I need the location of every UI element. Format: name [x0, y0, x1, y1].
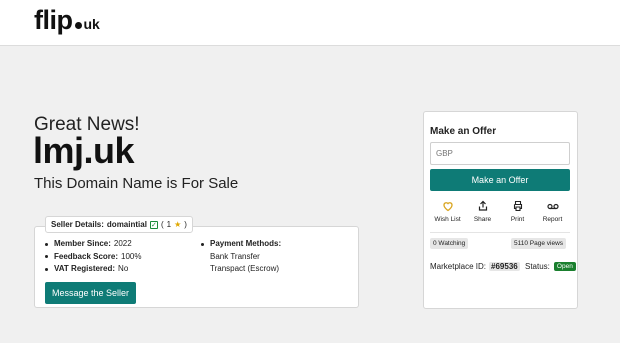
- vat-registered-label: VAT Registered:: [54, 264, 116, 273]
- member-since-value: 2022: [113, 239, 132, 248]
- payment-methods-label: Payment Methods:: [210, 239, 282, 248]
- member-since-label: Member Since:: [54, 239, 111, 248]
- share-icon: [478, 200, 487, 211]
- payment-methods-row: Payment Methods:: [201, 238, 284, 251]
- wish-list-action[interactable]: Wish List: [430, 200, 465, 228]
- make-offer-title: Make an Offer: [430, 126, 497, 137]
- domain-name-title: lmj.uk: [33, 130, 135, 171]
- for-sale-subtitle: This Domain Name is For Sale: [34, 175, 239, 192]
- share-label: Share: [473, 216, 492, 223]
- vat-registered-row: VAT Registered: No: [45, 263, 142, 276]
- bullet: [201, 242, 204, 246]
- feedback-score-label: Feedback Score:: [54, 251, 119, 261]
- seller-details-label: Seller Details:: [51, 220, 104, 229]
- print-icon: [513, 200, 522, 212]
- feedback-score-value: 100%: [121, 251, 142, 261]
- logo-dot: [74, 22, 82, 29]
- member-since-row: Member Since: 2022: [45, 238, 142, 251]
- heart-icon: [442, 202, 453, 212]
- bullet: [45, 255, 48, 259]
- payment-methods-list: Payment Methods: Bank Transfer Transpact…: [201, 238, 284, 276]
- rating-close-paren: ): [184, 220, 187, 229]
- status-label: Status:: [525, 262, 550, 271]
- report-label: Report: [542, 216, 563, 223]
- marketplace-id-value: #69536: [489, 262, 520, 271]
- wish-list-label: Wish List: [434, 216, 461, 223]
- make-offer-button[interactable]: Make an Offer: [430, 169, 570, 191]
- payment-method-item: Bank Transfer: [210, 251, 260, 261]
- bullet: [45, 267, 48, 271]
- site-logo[interactable]: flip uk: [34, 5, 100, 36]
- print-label: Print: [510, 216, 525, 223]
- offer-divider: [430, 232, 570, 233]
- star-icon: ★: [174, 220, 182, 229]
- report-icon: [546, 203, 559, 210]
- seller-rating: 1: [166, 220, 172, 229]
- seller-username[interactable]: domaintial: [107, 220, 147, 229]
- print-action[interactable]: Print: [500, 200, 535, 228]
- report-action[interactable]: Report: [535, 200, 570, 228]
- feedback-score-row: Feedback Score: 100%: [45, 251, 142, 264]
- seller-stats-list: Member Since: 2022 Feedback Score: 100% …: [45, 238, 142, 276]
- logo-tld-text: uk: [83, 16, 100, 32]
- message-seller-button[interactable]: Message the Seller: [45, 282, 136, 304]
- marketplace-id: Marketplace ID: #69536: [430, 262, 520, 271]
- offer-amount-input[interactable]: [430, 142, 570, 165]
- marketplace-id-label: Marketplace ID:: [430, 262, 487, 271]
- listing-status: Status: Open: [525, 262, 576, 271]
- verified-check-icon: ✓: [149, 220, 158, 229]
- share-action[interactable]: Share: [465, 200, 500, 228]
- page-views-badge: 5110 Page views: [511, 238, 567, 249]
- vat-registered-value: No: [118, 264, 129, 273]
- bullet: [45, 242, 48, 246]
- listing-actions: Wish List Share Print Report: [430, 200, 570, 228]
- status-badge: Open: [553, 262, 576, 271]
- logo-main-text: flip: [34, 5, 73, 35]
- rating-open-paren: (: [160, 220, 164, 229]
- payment-method-item: Transpact (Escrow): [210, 264, 280, 273]
- site-header: flip uk: [0, 0, 620, 46]
- watching-count-badge: 0 Watching: [430, 238, 469, 249]
- seller-details-tag: Seller Details: domaintial ✓ (1 ★): [45, 216, 193, 233]
